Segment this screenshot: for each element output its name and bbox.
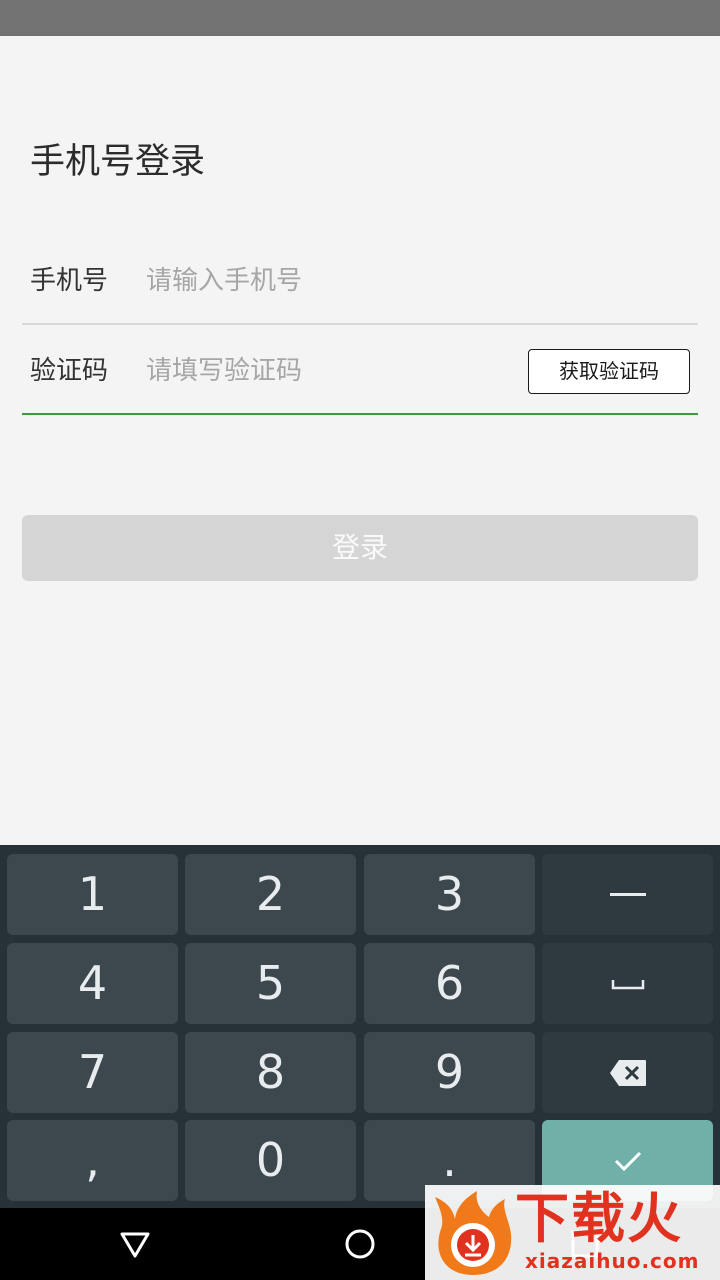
key-6[interactable]: 6	[364, 943, 535, 1024]
key-2[interactable]: 2	[185, 854, 356, 935]
key-7[interactable]: 7	[7, 1032, 178, 1113]
backspace-icon	[609, 1059, 646, 1086]
key-5[interactable]: 5	[185, 943, 356, 1024]
watermark-text: 下载火	[515, 1187, 683, 1250]
back-triangle-icon[interactable]	[117, 1226, 153, 1262]
watermark: 下载火 xiazaihuo.com	[425, 1185, 720, 1280]
phone-input[interactable]	[146, 259, 506, 303]
verification-code-input[interactable]	[146, 349, 506, 393]
key-8[interactable]: 8	[185, 1032, 356, 1113]
check-icon	[614, 1151, 641, 1171]
watermark-url: xiazaihuo.com	[525, 1249, 700, 1273]
flame-logo-icon	[435, 1191, 512, 1275]
phone-field-row: 手机号	[22, 235, 698, 325]
key-space[interactable]	[542, 943, 713, 1024]
key-0[interactable]: 0	[185, 1120, 356, 1201]
code-field-row: 验证码 获取验证码	[22, 325, 698, 415]
numeric-keyboard: 1 2 3 4 5 6 7 8 9 , 0 .	[0, 845, 720, 1208]
get-code-button[interactable]: 获取验证码	[528, 349, 690, 394]
status-bar	[0, 0, 720, 36]
home-circle-icon[interactable]	[342, 1226, 378, 1262]
key-3[interactable]: 3	[364, 854, 535, 935]
login-button[interactable]: 登录	[22, 515, 698, 581]
key-4[interactable]: 4	[7, 943, 178, 1024]
minus-icon	[609, 892, 646, 896]
page-title: 手机号登录	[30, 142, 206, 182]
key-1[interactable]: 1	[7, 854, 178, 935]
key-9[interactable]: 9	[364, 1032, 535, 1113]
key-dash[interactable]	[542, 854, 713, 935]
phone-label: 手机号	[30, 266, 109, 296]
key-backspace[interactable]	[542, 1032, 713, 1113]
space-bar-icon	[611, 979, 644, 989]
key-comma[interactable]: ,	[7, 1120, 178, 1201]
code-label: 验证码	[30, 356, 109, 386]
